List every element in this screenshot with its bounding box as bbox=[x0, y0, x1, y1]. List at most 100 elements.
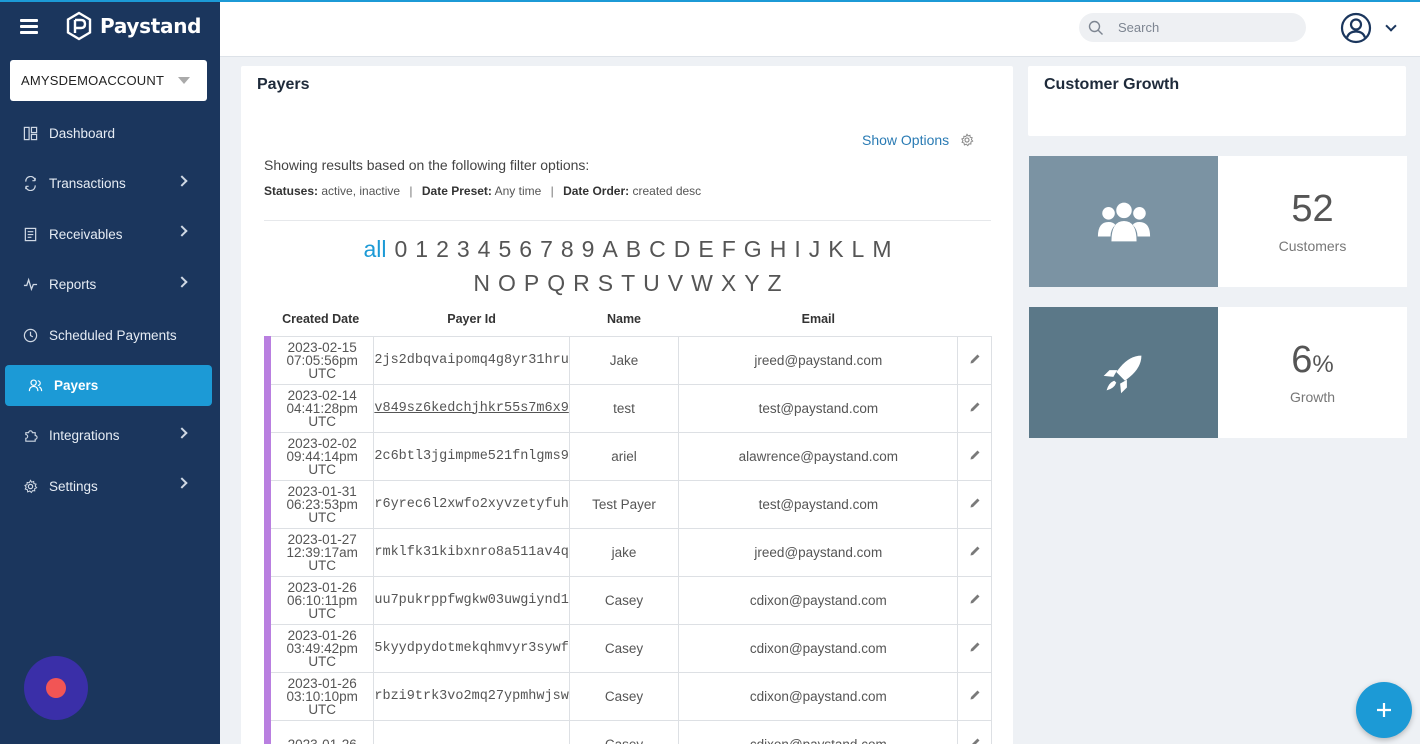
alphabet-filter-j[interactable]: J bbox=[809, 232, 821, 266]
alphabet-filter-q[interactable]: Q bbox=[547, 266, 565, 300]
alphabet-filter-o[interactable]: O bbox=[498, 266, 516, 300]
sidebar-item-dashboard[interactable]: Dashboard bbox=[0, 108, 220, 159]
account-select[interactable]: AMYSDEMOACCOUNT bbox=[10, 60, 207, 101]
alphabet-filter-r[interactable]: R bbox=[573, 266, 590, 300]
hamburger-menu-icon[interactable] bbox=[20, 18, 38, 34]
sidebar-item-receivables[interactable]: Receivables bbox=[0, 209, 220, 260]
alphabet-filter-f[interactable]: F bbox=[722, 232, 736, 266]
record-button[interactable] bbox=[24, 656, 88, 720]
edit-pencil-icon[interactable] bbox=[957, 479, 992, 529]
payer-id-link[interactable]: 2js2dbqvaipomq4g8yr31hru bbox=[373, 335, 570, 385]
sidebar-item-settings[interactable]: Settings bbox=[0, 461, 220, 512]
alphabet-filter-h[interactable]: H bbox=[770, 232, 787, 266]
edit-pencil-icon[interactable] bbox=[957, 431, 992, 481]
edit-pencil-icon[interactable] bbox=[957, 335, 992, 385]
user-avatar-icon[interactable] bbox=[1340, 12, 1372, 44]
alphabet-filter-6[interactable]: 6 bbox=[519, 232, 532, 266]
customers-stat-tile: 52 Customers bbox=[1029, 156, 1407, 287]
alphabet-filter-u[interactable]: U bbox=[643, 266, 660, 300]
payer-id-link[interactable]: rbzi9trk3vo2mq27ypmhwjsw bbox=[373, 671, 570, 721]
alphabet-filter-a[interactable]: A bbox=[602, 232, 617, 266]
alphabet-filter-p[interactable]: P bbox=[524, 266, 539, 300]
sidebar-item-integrations[interactable]: Integrations bbox=[0, 411, 220, 462]
search-input[interactable] bbox=[1118, 20, 1288, 35]
alphabet-filter-e[interactable]: E bbox=[698, 232, 713, 266]
alphabet-filter-all[interactable]: all bbox=[363, 232, 386, 266]
alphabet-filter-5[interactable]: 5 bbox=[498, 232, 511, 266]
integrations-icon bbox=[22, 428, 38, 444]
edit-pencil-icon[interactable] bbox=[957, 383, 992, 433]
created-date: 2023-01-26 bbox=[287, 675, 357, 691]
transactions-icon bbox=[22, 176, 38, 192]
edit-pencil-icon[interactable] bbox=[957, 575, 992, 625]
table-row[interactable]: 2023-01-26 03:49:42pm UTC 5kyydpydotmekqhmv… bbox=[263, 623, 992, 673]
alphabet-filter-y[interactable]: Y bbox=[744, 266, 759, 300]
edit-pencil-icon[interactable] bbox=[957, 527, 992, 577]
alphabet-filter-n[interactable]: N bbox=[473, 266, 490, 300]
table-row[interactable]: 2023-01-26 03:10:10pm UTC rbzi9trk3vo2mq27y… bbox=[263, 671, 992, 721]
table-row[interactable]: 2023-01-26 Casey cdixon@paystand.com bbox=[263, 719, 992, 744]
alphabet-filter-4[interactable]: 4 bbox=[478, 232, 491, 266]
alphabet-filter-w[interactable]: W bbox=[691, 266, 713, 300]
alphabet-filter-3[interactable]: 3 bbox=[457, 232, 470, 266]
created-time: 04:41:28pm bbox=[286, 400, 358, 416]
payer-id-link[interactable] bbox=[373, 719, 570, 744]
table-row[interactable]: 2023-02-15 07:05:56pm UTC 2js2dbqvaipomq4g8… bbox=[263, 335, 992, 385]
alphabet-filter-7[interactable]: 7 bbox=[540, 232, 553, 266]
edit-pencil-icon[interactable] bbox=[957, 719, 992, 744]
column-header-email[interactable]: Email bbox=[679, 302, 958, 336]
alphabet-filter-v[interactable]: V bbox=[668, 266, 683, 300]
plus-icon bbox=[1377, 703, 1391, 717]
table-row[interactable]: 2023-02-14 04:41:28pm UTC v849sz6kedchjhkr5… bbox=[263, 383, 992, 433]
alphabet-filter-0[interactable]: 0 bbox=[394, 232, 407, 266]
payer-id-link[interactable]: 2c6btl3jgimpme521fnlgms9 bbox=[373, 431, 570, 481]
payer-id-link[interactable]: r6yrec6l2xwfo2xyvzetyfuh bbox=[373, 479, 570, 529]
table-row[interactable]: 2023-01-31 06:23:53pm UTC r6yrec6l2xwfo2xyv… bbox=[263, 479, 992, 529]
sidebar-item-scheduled-payments[interactable]: Scheduled Payments bbox=[0, 310, 220, 361]
sidebar-header: Paystand bbox=[0, 0, 220, 52]
alphabet-filter-t[interactable]: T bbox=[621, 266, 635, 300]
created-date-cell: 2023-01-26 03:49:42pm UTC bbox=[263, 623, 375, 673]
alphabet-filter-1[interactable]: 1 bbox=[415, 232, 428, 266]
alphabet-filter-c[interactable]: C bbox=[649, 232, 666, 266]
alphabet-filter-9[interactable]: 9 bbox=[582, 232, 595, 266]
table-row[interactable]: 2023-02-02 09:44:14pm UTC 2c6btl3jgimpme521… bbox=[263, 431, 992, 481]
table-row[interactable]: 2023-01-27 12:39:17am UTC rmklfk31kibxnro8a… bbox=[263, 527, 992, 577]
payer-id-link[interactable]: uu7pukrppfwgkw03uwgiynd1 bbox=[373, 575, 570, 625]
add-button[interactable] bbox=[1356, 682, 1412, 738]
column-header-name[interactable]: Name bbox=[569, 302, 678, 336]
sidebar-item-payers[interactable]: Payers bbox=[5, 364, 212, 406]
payer-id-link[interactable]: v849sz6kedchjhkr55s7m6x9 bbox=[373, 383, 570, 433]
payer-id-link[interactable]: 5kyydpydotmekqhmvyr3sywf bbox=[373, 623, 570, 673]
show-options-label: Show Options bbox=[862, 132, 950, 148]
alphabet-filter-i[interactable]: I bbox=[794, 232, 800, 266]
table-row[interactable]: 2023-01-26 06:10:11pm UTC uu7pukrppfwgkw03u… bbox=[263, 575, 992, 625]
alphabet-filter-b[interactable]: B bbox=[626, 232, 641, 266]
alphabet-filter-x[interactable]: X bbox=[721, 266, 736, 300]
paystand-logo[interactable]: Paystand bbox=[64, 11, 201, 41]
chevron-right-icon bbox=[176, 174, 188, 187]
alphabet-filter-m[interactable]: M bbox=[872, 232, 891, 266]
created-timezone: UTC bbox=[308, 461, 337, 477]
sidebar-item-transactions[interactable]: Transactions bbox=[0, 159, 220, 210]
alphabet-filter-d[interactable]: D bbox=[674, 232, 691, 266]
column-header-created-date[interactable]: Created Date bbox=[268, 302, 374, 336]
column-header-payer-id[interactable]: Payer Id bbox=[374, 302, 569, 336]
show-options-link[interactable]: Show Options bbox=[862, 132, 974, 148]
edit-pencil-icon[interactable] bbox=[957, 671, 992, 721]
alphabet-filter-g[interactable]: G bbox=[744, 232, 762, 266]
chevron-right-icon bbox=[176, 426, 188, 439]
alphabet-filter-k[interactable]: K bbox=[828, 232, 843, 266]
alphabet-filter-2[interactable]: 2 bbox=[436, 232, 449, 266]
edit-pencil-icon[interactable] bbox=[957, 623, 992, 673]
sidebar-item-reports[interactable]: Reports bbox=[0, 260, 220, 311]
alphabet-filter-z[interactable]: Z bbox=[768, 266, 782, 300]
payers-panel: Payers Show Options Showing results base… bbox=[241, 66, 1013, 744]
alphabet-filter-8[interactable]: 8 bbox=[561, 232, 574, 266]
search-box[interactable] bbox=[1079, 13, 1306, 42]
alphabet-filter-s[interactable]: S bbox=[598, 266, 613, 300]
chevron-down-icon[interactable] bbox=[1385, 20, 1397, 32]
payer-name-cell: ariel bbox=[568, 431, 680, 481]
payer-id-link[interactable]: rmklfk31kibxnro8a511av4q bbox=[373, 527, 570, 577]
alphabet-filter-l[interactable]: L bbox=[852, 232, 865, 266]
